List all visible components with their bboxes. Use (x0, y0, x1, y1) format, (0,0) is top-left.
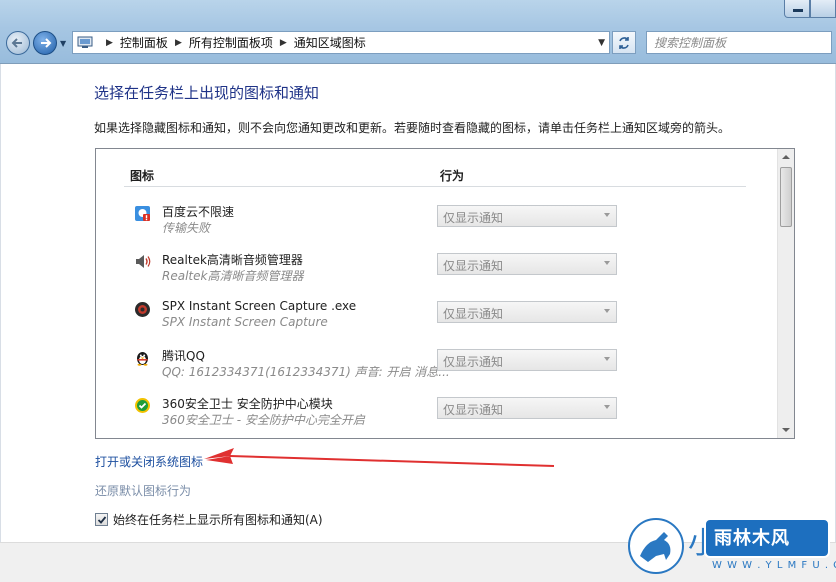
minimize-icon (793, 9, 803, 12)
chevron-down-icon (604, 405, 610, 409)
item-name: SPX Instant Screen Capture .exe (162, 299, 357, 313)
list-item: 360安全卫士 安全防护中心模块 360安全卫士 - 安全防护中心完全开启 仅显… (96, 393, 776, 438)
behavior-value: 仅显示通知 (443, 211, 504, 225)
watermark-title: 雨林木风 (714, 528, 790, 549)
watermark-url: W W W . Y L M F U . C O M (712, 560, 836, 571)
scroll-down-icon[interactable] (782, 428, 790, 432)
qq-penguin-icon (137, 352, 148, 366)
annotation-arrow-icon (204, 448, 555, 467)
breadcrumb-separator[interactable]: ▶ (280, 38, 287, 48)
screen-capture-icon (135, 302, 150, 317)
item-name: 360安全卫士 安全防护中心模块 (162, 397, 333, 411)
scroll-thumb[interactable] (780, 167, 792, 227)
icon-behavior-list[interactable]: 图标 行为 百度云不限速 传输失败 仅显示通知 Realtek高清晰音频管理器 … (95, 148, 795, 439)
chevron-down-icon (604, 213, 610, 217)
watermark-logo: 小 雨林木风 W W W . Y L M F U . C O M (626, 516, 836, 578)
page-description: 如果选择隐藏图标和通知，则不会向您通知更改和更新。若要随时查看隐藏的图标，请单击… (94, 121, 731, 135)
restore-defaults-link[interactable]: 还原默认图标行为 (95, 482, 191, 499)
address-dropdown-icon[interactable]: ▼ (598, 38, 605, 48)
maximize-button[interactable] (810, 0, 836, 18)
item-name: 百度云不限速 (162, 205, 235, 219)
behavior-select[interactable]: 仅显示通知 (437, 253, 617, 275)
item-description: 传输失败 (162, 221, 211, 235)
baidu-cloud-icon (135, 206, 150, 221)
always-show-option[interactable]: 始终在任务栏上显示所有图标和通知(A) (95, 511, 323, 528)
history-dropdown-icon[interactable]: ▼ (60, 40, 68, 48)
window-titlebar: ▼ ▶ 控制面板 ▶ 所有控制面板项 ▶ 通知区域图标 ▼ 搜索控制面板 (0, 0, 836, 64)
list-item: Realtek高清晰音频管理器 Realtek高清晰音频管理器 仅显示通知 (96, 249, 776, 297)
breadcrumb-notification-icons[interactable]: 通知区域图标 (294, 34, 366, 51)
behavior-select[interactable]: 仅显示通知 (437, 397, 617, 419)
chevron-down-icon (604, 261, 610, 265)
header-divider (124, 186, 746, 187)
behavior-select[interactable]: 仅显示通知 (437, 301, 617, 323)
toggle-system-icons-link[interactable]: 打开或关闭系统图标 (95, 453, 203, 470)
behavior-select[interactable]: 仅显示通知 (437, 349, 617, 371)
search-placeholder: 搜索控制面板 (654, 36, 727, 50)
behavior-select[interactable]: 仅显示通知 (437, 205, 617, 227)
list-item: SPX Instant Screen Capture .exe SPX Inst… (96, 297, 776, 345)
item-name: 腾讯QQ (162, 349, 205, 363)
chevron-down-icon (604, 309, 610, 313)
behavior-value: 仅显示通知 (443, 307, 504, 321)
behavior-value: 仅显示通知 (443, 403, 504, 417)
refresh-icon (619, 36, 629, 49)
chevron-down-icon (604, 357, 610, 361)
breadcrumb-separator[interactable]: ▶ (175, 38, 182, 48)
list-item: 百度云不限速 传输失败 仅显示通知 (96, 201, 776, 249)
item-name: Realtek高清晰音频管理器 (162, 253, 303, 267)
page-title: 选择在任务栏上出现的图标和通知 (94, 84, 320, 102)
item-description: SPX Instant Screen Capture (162, 315, 328, 329)
address-bar[interactable]: ▶ 控制面板 ▶ 所有控制面板项 ▶ 通知区域图标 ▼ (72, 31, 610, 54)
breadcrumb-all-items[interactable]: 所有控制面板项 (189, 34, 273, 51)
360-shield-icon (135, 398, 150, 413)
minimize-button[interactable] (784, 0, 810, 18)
horse-logo-icon (628, 518, 684, 574)
column-header-icon: 图标 (130, 169, 155, 183)
item-description: 360安全卫士 - 安全防护中心完全开启 (162, 413, 365, 427)
list-item: 腾讯QQ QQ: 1612334371(1612334371) 声音: 开启 消… (96, 345, 776, 393)
speaker-icon (136, 255, 151, 268)
scroll-up-icon[interactable] (782, 155, 790, 159)
always-show-checkbox[interactable] (95, 513, 108, 526)
arrow-right-icon (41, 38, 52, 48)
refresh-button[interactable] (612, 31, 636, 54)
item-description: Realtek高清晰音频管理器 (162, 269, 304, 283)
checkmark-icon (97, 516, 107, 524)
arrow-left-icon (11, 38, 22, 48)
behavior-value: 仅显示通知 (443, 355, 504, 369)
watermark-badge: 雨林木风 (704, 518, 830, 558)
control-panel-icon (77, 36, 93, 48)
breadcrumb-control-panel[interactable]: 控制面板 (120, 34, 168, 51)
vertical-scrollbar[interactable] (777, 149, 794, 438)
always-show-label: 始终在任务栏上显示所有图标和通知(A) (113, 513, 323, 527)
column-header-behavior: 行为 (440, 169, 465, 183)
item-description: QQ: 1612334371(1612334371) 声音: 开启 消息... (162, 365, 450, 379)
search-input[interactable]: 搜索控制面板 (646, 31, 832, 54)
back-button[interactable] (6, 31, 30, 55)
breadcrumb-separator[interactable]: ▶ (106, 38, 113, 48)
behavior-value: 仅显示通知 (443, 259, 504, 273)
forward-button[interactable] (33, 31, 57, 55)
